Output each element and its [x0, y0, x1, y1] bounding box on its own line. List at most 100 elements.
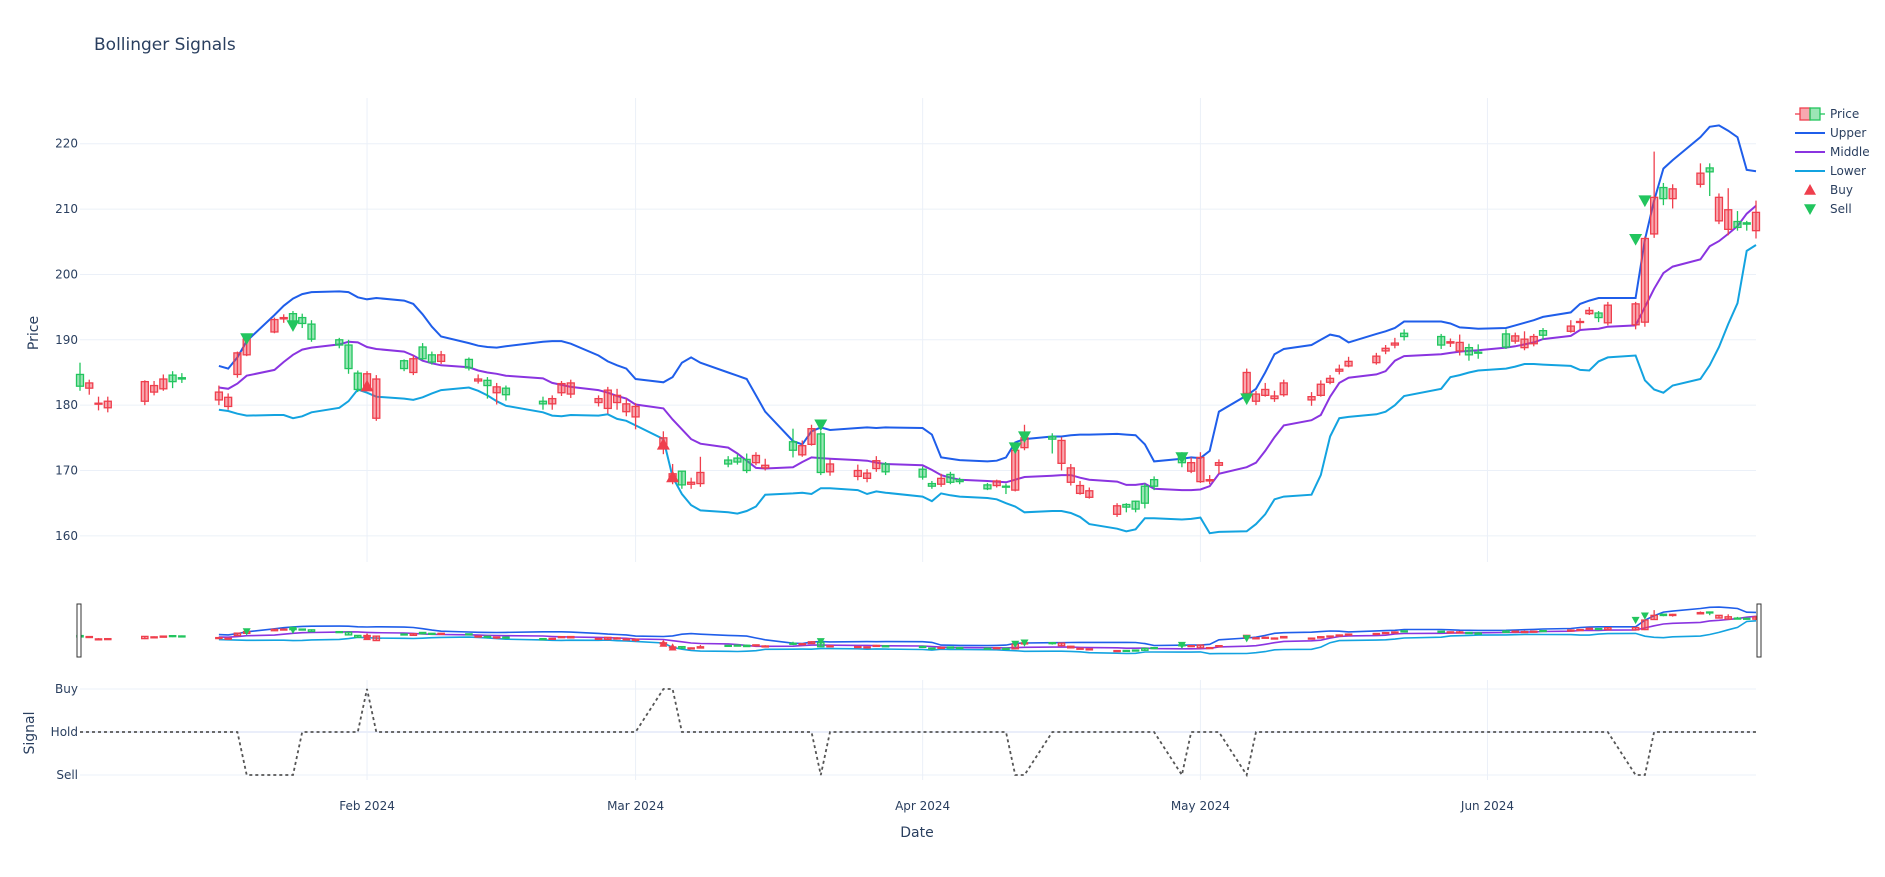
candle: [788, 428, 798, 458]
candle-body: [501, 387, 511, 396]
slider-right-handle[interactable]: [1756, 603, 1762, 658]
range-slider[interactable]: [76, 603, 1762, 658]
x-tick-label: May 2024: [1171, 799, 1230, 813]
price-plot-area[interactable]: [75, 124, 1761, 535]
candle-body: [1316, 383, 1325, 397]
candle-mini: [502, 636, 510, 639]
legend-item-upper[interactable]: Upper: [1795, 126, 1866, 140]
candle-mini: [1066, 645, 1075, 649]
candle-body: [1502, 630, 1510, 634]
candle: [399, 359, 409, 372]
candle-mini: [1076, 647, 1084, 650]
legend-item-price[interactable]: Price: [1795, 107, 1859, 121]
candle-body: [1529, 335, 1538, 345]
candle-body: [1501, 333, 1511, 348]
buy-marker: [666, 470, 680, 483]
candle-body: [1576, 628, 1584, 632]
candle-mini: [353, 634, 362, 638]
candle-mini: [928, 647, 936, 650]
candle-mini: [1511, 630, 1520, 633]
legend-item-middle[interactable]: Middle: [1795, 145, 1870, 159]
candle: [807, 424, 816, 446]
candle-body: [854, 645, 862, 649]
legend-label: Upper: [1830, 126, 1866, 140]
candle: [603, 386, 612, 414]
candle: [1344, 356, 1353, 368]
candle-body: [344, 631, 353, 636]
candle-body: [1307, 396, 1316, 401]
price-axis-title: Price: [26, 316, 42, 350]
candle: [1140, 483, 1150, 509]
candle: [1316, 380, 1325, 397]
legend-item-sell[interactable]: Sell: [1804, 202, 1852, 216]
candle-body: [1325, 377, 1335, 383]
candle: [1066, 463, 1075, 486]
legend-item-lower[interactable]: Lower: [1795, 164, 1866, 178]
candle-body: [742, 644, 751, 648]
candle-body: [353, 634, 362, 638]
candle-body: [1381, 631, 1390, 635]
candle-mini: [687, 647, 695, 650]
candle-body: [1594, 627, 1603, 631]
slider-left-handle[interactable]: [76, 603, 82, 658]
candle-body: [853, 469, 862, 478]
candle-body: [1391, 631, 1399, 634]
candle-body: [372, 378, 381, 419]
candle-body: [1002, 647, 1010, 650]
candle: [1585, 307, 1594, 315]
candle-body: [215, 636, 223, 640]
candle-mini: [992, 647, 1001, 650]
candle-mini: [1437, 630, 1445, 633]
candle: [1048, 433, 1057, 454]
candle: [1724, 188, 1733, 236]
candle: [372, 375, 381, 421]
candle: [881, 462, 890, 476]
candle-body: [1455, 631, 1464, 634]
candle-body: [94, 638, 103, 641]
candle: [1261, 382, 1270, 397]
candle-body: [752, 644, 760, 647]
candle-body: [214, 391, 224, 401]
candle-body: [1214, 462, 1224, 466]
candle-body: [1751, 211, 1761, 232]
candle: [538, 396, 548, 410]
candle: [853, 464, 862, 481]
candle: [612, 388, 622, 410]
candle: [1381, 345, 1390, 355]
candle-body: [807, 641, 816, 645]
candle-mini: [1196, 644, 1205, 649]
candle-body: [1113, 649, 1121, 653]
legend[interactable]: Price Upper Middle Lower Buy Sell: [1795, 107, 1870, 216]
signal-panel-grid: [80, 680, 1756, 780]
candle-body: [159, 378, 168, 390]
candle-body: [1603, 304, 1612, 324]
candle: [1214, 459, 1224, 474]
candle-body: [983, 647, 992, 650]
candle-mini: [1131, 649, 1140, 652]
signal-axis-title: Signal: [22, 711, 38, 754]
candle-body: [307, 629, 316, 633]
candle-body: [1400, 630, 1408, 633]
legend-item-buy[interactable]: Buy: [1804, 183, 1853, 197]
candle-body: [270, 628, 279, 632]
candle-body: [168, 374, 177, 383]
candle: [233, 351, 242, 378]
candle-body: [85, 382, 94, 389]
candle-mini: [474, 635, 482, 638]
candle-mini: [742, 644, 751, 648]
candle: [353, 370, 362, 393]
x-axis-title: Date: [900, 825, 933, 841]
candle-body: [955, 479, 964, 483]
candle-body: [1215, 645, 1223, 648]
candle-body: [696, 471, 705, 485]
candle-body: [1604, 627, 1612, 631]
candle-mini: [270, 628, 279, 632]
legend-triangle-down-icon: [1804, 204, 1816, 215]
candle-body: [1122, 503, 1131, 508]
candle-mini: [1502, 630, 1510, 634]
candle-mini: [863, 646, 871, 649]
candle-body: [427, 354, 437, 363]
candle-mini: [807, 641, 816, 645]
candle: [992, 479, 1001, 488]
candle-body: [1066, 467, 1075, 483]
